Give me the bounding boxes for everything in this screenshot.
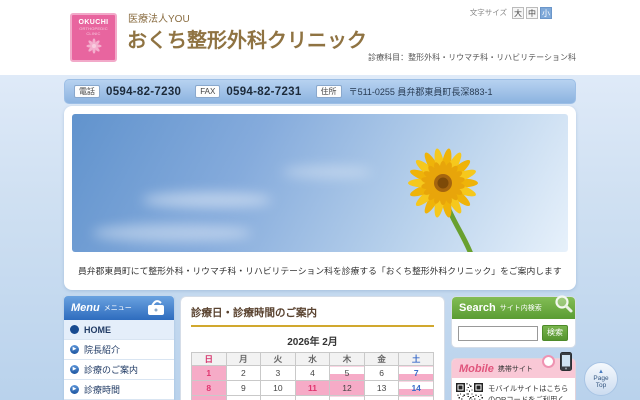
- calendar-day-9: 9: [225, 380, 262, 396]
- mobile-subtitle: 携帯サイト: [497, 365, 533, 373]
- logo-title: OKUCHI: [78, 19, 109, 26]
- arrow-bullet-icon: ▶: [70, 345, 79, 354]
- calendar-day-1: 1: [191, 365, 227, 381]
- mobile-widget: Mobile 携帯サイト モバイルサイトはこちら のQRコードをご利用く: [451, 352, 576, 400]
- gerbera-flower-icon: [408, 148, 478, 252]
- calendar-table: 日月火水木金土123456789101112131415161718192021…: [191, 352, 434, 400]
- search-title: Search: [459, 302, 496, 314]
- weekday-header: 土: [398, 352, 434, 366]
- font-size-option[interactable]: 小: [540, 7, 552, 19]
- clinic-name: おくち整形外科クリニック: [127, 30, 367, 52]
- calendar-month: 2026年 2月: [287, 337, 338, 348]
- corporation-name: 医療法人YOU: [128, 14, 190, 25]
- search-header: Search サイト内検索: [452, 295, 575, 319]
- calendar-day-16: 16: [225, 395, 262, 400]
- site-search-input[interactable]: [458, 325, 538, 341]
- weekday-header: 金: [363, 352, 400, 366]
- menu-list: HOME ▶ 院長紹介 ▶ 診療のご案内 ▶ 診療時間: [64, 320, 174, 400]
- phone-number: 0594-82-7230: [106, 85, 182, 98]
- calendar-day-17: 17: [260, 395, 296, 400]
- calendar-day-19: 19: [329, 395, 365, 400]
- font-size-option[interactable]: 大: [512, 7, 524, 19]
- weekday-header: 月: [225, 352, 262, 366]
- calendar-day-5: 5: [329, 365, 365, 381]
- calendar-day-21: 21: [398, 395, 434, 400]
- clinic-logo[interactable]: OKUCHI ORTHOPEDIC CLINIC: [70, 13, 117, 62]
- search-widget: Search サイト内検索 検索: [451, 295, 576, 348]
- sidebar-item-home[interactable]: HOME: [64, 320, 174, 340]
- calendar-day-10: 10: [260, 380, 296, 396]
- calendar-day-2: 2: [225, 365, 262, 381]
- page-top-button[interactable]: ▲ Page Top: [584, 362, 618, 396]
- search-body: 検索: [452, 319, 575, 347]
- sidebar-menu: Menu メニュー HOME ▶ 院長紹介 ▶ 診療のご案内 ▶ 診療時間: [64, 296, 174, 400]
- arrow-bullet-icon: [70, 325, 79, 334]
- menu-header: Menu メニュー: [64, 296, 174, 320]
- calendar-day-7: 7: [398, 365, 434, 381]
- intro-text: 員弁郡東員町にて整形外科・リウマチ科・リハビリテーション科を診療する「おくち整形…: [78, 266, 562, 276]
- weekday-header: 日: [191, 352, 227, 366]
- sidebar-item-label: 診療時間: [84, 385, 121, 395]
- menu-title: Menu: [71, 302, 100, 314]
- mobile-header: Mobile 携帯サイト: [452, 352, 575, 378]
- page: 文字サイズ 大中小 OKUCHI ORTHOPEDIC CLINIC 医療法人Y…: [0, 0, 640, 400]
- sidebar-item-director[interactable]: ▶ 院長紹介: [64, 340, 174, 360]
- magnifier-icon: [555, 295, 573, 313]
- sidebar-item-hours[interactable]: ▶ 診療時間: [64, 380, 174, 400]
- calendar-section: 診療日・診療時間のご案内 2026年 2月 日月火水木金土 1 2 3 4 5 6 7 8 9 10…: [180, 296, 445, 400]
- main-card: 員弁郡東員町にて整形外科・リウマチ科・リハビリテーション科を診療する「おくち整形…: [64, 106, 576, 290]
- mobile-body: モバイルサイトはこちら のQRコードをご利用く: [452, 378, 575, 400]
- arrow-bullet-icon: ▶: [70, 365, 79, 374]
- hero-image: [72, 114, 568, 252]
- menu-subtitle: メニュー: [103, 305, 132, 312]
- mobile-badge-icon: [542, 355, 555, 368]
- search-subtitle: サイト内検索: [499, 305, 542, 312]
- calendar-title: 診療日・診療時間のご案内: [191, 305, 434, 327]
- sidebar-item-label: HOME: [84, 324, 111, 335]
- mobile-text: モバイルサイトはこちら のQRコードをご利用く: [488, 384, 569, 400]
- weekday-header: 火: [260, 352, 296, 366]
- search-button[interactable]: 検索: [542, 325, 568, 341]
- calendar-day-4: 4: [294, 365, 331, 381]
- header: 文字サイズ 大中小 OKUCHI ORTHOPEDIC CLINIC 医療法人Y…: [0, 0, 640, 75]
- font-size-control: 文字サイズ 大中小: [470, 3, 552, 21]
- phone-label-badge: 電話: [74, 84, 100, 99]
- calendar-day-14: 14: [398, 380, 434, 396]
- calendar-day-18: 18: [294, 395, 331, 400]
- departments-text: 診療科目：整形外科・リウマチ科・リハビリテーション科: [368, 53, 576, 62]
- calendar-day-15: 15: [191, 395, 227, 400]
- address-label-badge: 住所: [315, 84, 342, 99]
- calendar-day-3: 3: [260, 365, 296, 381]
- arrow-bullet-icon: ▶: [70, 385, 79, 394]
- calendar-day-20: 20: [363, 395, 400, 400]
- logo-subtitle: ORTHOPEDIC CLINIC: [79, 26, 108, 36]
- flower-emblem-icon: [85, 38, 102, 54]
- weekday-header: 水: [294, 352, 331, 366]
- smartphone-icon: [560, 352, 572, 371]
- mobile-title: Mobile: [459, 362, 494, 375]
- calendar-day-12: 12: [329, 380, 365, 396]
- calendar-day-13: 13: [363, 380, 400, 396]
- address-text: 〒511-0255 員弁郡東員町長深883-1: [348, 87, 493, 97]
- fax-number: 0594-82-7231: [226, 85, 302, 98]
- calendar-day-6: 6: [363, 365, 400, 381]
- weekday-header: 木: [329, 352, 365, 366]
- calendar-day-11: 11: [294, 380, 331, 396]
- fax-label-badge: FAX: [195, 84, 221, 99]
- font-size-label: 文字サイズ: [469, 7, 507, 17]
- font-size-options: 大中小: [510, 3, 552, 21]
- calendar-day-8: 8: [191, 380, 227, 396]
- qr-code: [456, 383, 483, 400]
- contact-info-bar: 電話 0594-82-7230 FAX 0594-82-7231 住所 〒511…: [64, 79, 576, 104]
- sidebar-item-guide[interactable]: ▶ 診療のご案内: [64, 360, 174, 380]
- sidebar-item-label: 院長紹介: [84, 345, 121, 355]
- sidebar-item-label: 診療のご案内: [84, 365, 139, 375]
- font-size-option[interactable]: 中: [526, 7, 538, 19]
- first-aid-kit-icon: [148, 300, 164, 315]
